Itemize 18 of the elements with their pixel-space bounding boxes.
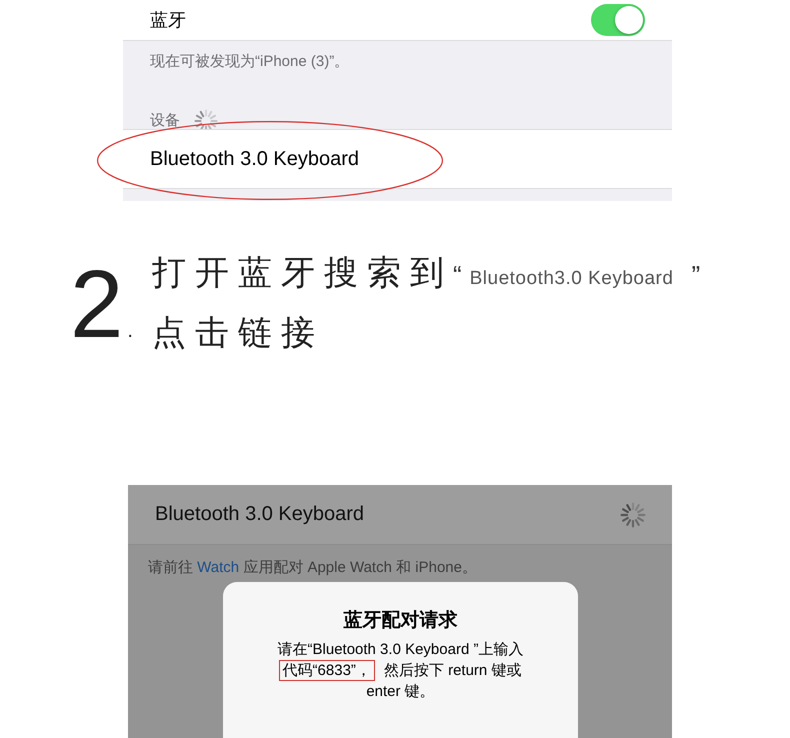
visibility-note: 现在可被发现为“iPhone (3)”。 <box>150 52 350 72</box>
toggle-switch[interactable] <box>591 4 645 36</box>
device-list-item[interactable]: Bluetooth 3.0 Keyboard <box>128 485 672 545</box>
step-instruction: 打开蓝牙搜索到 <box>152 252 453 294</box>
dialog-title: 蓝牙配对请求 <box>344 609 458 633</box>
section-header: 设备 <box>150 111 180 131</box>
setting-label: 蓝牙 <box>150 9 186 31</box>
dialog-message: 然后按下 return 键或 <box>382 661 522 681</box>
quote-mark: ” <box>691 259 700 292</box>
device-name: Bluetooth3.0 Keyboard <box>470 267 674 291</box>
step-number-period: . <box>127 321 133 341</box>
highlighted-pairing-code: 代码“6833”， <box>278 660 375 681</box>
quote-mark: “ <box>452 259 462 292</box>
step-instruction: 点击链接 <box>152 312 324 354</box>
step-number: 2 <box>70 257 124 353</box>
dialog-message: 请在“Bluetooth 3.0 Keyboard ”上输入 <box>276 640 524 660</box>
hint-text: 请前往 Watch 应用配对 Apple Watch 和 iPhone。 <box>148 559 478 577</box>
dialog-message: enter 键。 <box>365 682 436 702</box>
